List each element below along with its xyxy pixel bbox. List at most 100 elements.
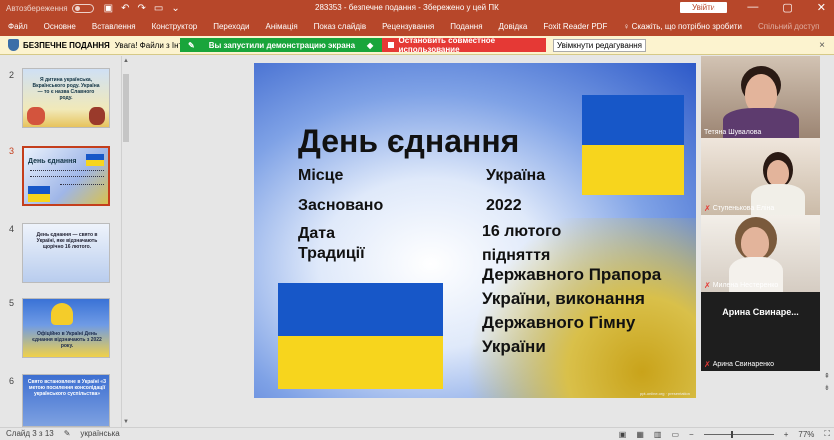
tab-file[interactable]: Файл [0,22,36,31]
enable-editing-button[interactable]: Увімкнути редагування [553,39,646,52]
zoom-out-icon[interactable]: − [689,430,694,439]
slide-thumbnail-5[interactable]: Офіційно в Україні День єднання відзнача… [22,298,110,358]
zoom-in-icon[interactable]: + [784,430,789,439]
participant-tile[interactable]: ✗ Милена Нестеренко [701,215,820,292]
autosave-toggle[interactable]: Автозбереження [6,4,94,13]
label-place: Місце [298,167,344,184]
title-bar: Автозбереження ▣ ↶ ↷ ▭ ⌄ 283353 - безпеч… [0,0,834,17]
label-date: Дата [298,225,336,242]
thumb-text: День єднання — свято в Україні, яке відз… [36,232,98,250]
share-button[interactable]: Спільний доступ [750,22,828,31]
slide-thumbnail-3[interactable]: День єднання [22,146,110,206]
ribbon-display-icon[interactable]: ▤ [713,1,723,14]
scrollbar-thumb[interactable] [123,74,129,142]
participant-tile[interactable]: Арина Свинаре... ✗ Арина Свинаренко [701,292,820,371]
participant-name-text: Ступенькова Еліна [712,205,775,212]
value-traditions: Державного Прапора України, виконання Де… [482,263,661,359]
thumb-text: Офіційно в Україні День єднання відзнача… [32,331,102,349]
tab-transitions[interactable]: Переходи [205,22,257,31]
scroll-down-icon[interactable]: ▼ [123,419,129,425]
tab-view[interactable]: Подання [442,22,490,31]
participant-tile[interactable]: ✗ Ступенькова Еліна [701,138,820,215]
thumb-text: Свято встановлене в Україні «З метою пос… [27,379,107,397]
value-founded: 2022 [486,197,522,214]
tab-slideshow[interactable]: Показ слайдів [306,22,374,31]
close-bar-icon[interactable]: × [819,40,825,51]
thumb-flag [28,186,50,202]
spellcheck-icon[interactable]: ✎ [64,429,71,438]
label-traditions: Традиції [298,245,365,262]
slide-number: 3 [9,146,15,156]
stop-icon [388,42,394,48]
participant-tile[interactable]: Тетяна Шувалова [701,56,820,138]
slide-thumbnail-4[interactable]: День єднання — свято в Україні, яке відз… [22,223,110,283]
slide-footer: ppt-online.org · presentation [639,391,690,396]
slide-sorter-icon[interactable]: ▦ [636,430,644,439]
document-title: 283353 - безпечне подання - Збережено у … [315,3,499,12]
scroll-up-icon[interactable]: ▲ [123,58,129,64]
slide-scrollbar[interactable]: ⇞ ⇟ [822,56,834,427]
thumbnail-scrollbar[interactable]: ▲ ▼ [121,56,130,427]
tab-foxit[interactable]: Foxit Reader PDF [535,22,615,31]
shield-icon [8,39,19,51]
maximize-button[interactable]: ▢ [782,1,792,14]
slide-title: День єднання [298,123,520,159]
ukraine-flag-top [582,95,684,195]
tab-animations[interactable]: Анімація [257,22,305,31]
fit-slide-icon[interactable]: ⛶ [824,429,830,439]
tab-design[interactable]: Конструктор [144,22,206,31]
minimize-button[interactable]: — [747,1,758,14]
normal-view-icon[interactable]: ▣ [619,430,627,439]
participant-placeholder: Арина Свинаре... [722,307,799,317]
customize-icon[interactable]: ⌄ [171,3,179,14]
tradition-line: Державного Гімну [482,313,636,332]
tab-help[interactable]: Довідка [491,22,536,31]
tab-home[interactable]: Основне [36,22,84,31]
label-founded: Засновано [298,197,384,214]
thumb-picture [27,107,45,125]
window-controls: ▤ — ▢ ✕ [713,1,826,14]
slide-canvas[interactable]: День єднання Місце Засновано Дата Традиц… [254,63,696,398]
zoom-slider-knob[interactable] [730,430,733,438]
thumb-text-line [30,170,104,171]
save-icon[interactable]: ▣ [104,3,113,14]
participant-name-text: Тетяна Шувалова [704,129,762,136]
zoom-slider[interactable] [703,430,774,438]
tab-insert[interactable]: Вставлення [84,22,144,31]
mic-off-icon: ✗ [704,204,711,213]
reading-view-icon[interactable]: ▥ [654,430,662,439]
screen-share-notice: ✎ Вы запустили демонстрацию экрана ◆ [180,38,382,52]
slide-number: 2 [9,70,15,80]
tradition-line: Державного Прапора [482,265,662,284]
demo-notice-text: Вы запустили демонстрацию экрана [208,40,356,50]
close-button[interactable]: ✕ [817,1,826,14]
stop-sharing-button[interactable]: Остановить совместное использование [382,36,546,54]
stop-sharing-label: Остановить совместное использование [398,36,496,54]
present-icon[interactable]: ▭ [154,3,163,14]
slide-number: 4 [9,224,15,234]
language-indicator[interactable]: українська [80,429,119,438]
zoom-level[interactable]: 77% [798,430,814,439]
participant-video [767,160,789,186]
mic-off-icon: ✗ [704,360,711,369]
undo-icon[interactable]: ↶ [121,3,129,14]
toggle-icon [71,4,94,13]
value-place: Україна [486,167,546,184]
pin-icon[interactable]: ✎ [188,41,195,50]
next-slide-icon[interactable]: ⇟ [824,384,830,392]
slide-counter: Слайд 3 з 13 [6,429,54,438]
slide-number: 6 [9,376,15,386]
redo-icon[interactable]: ↷ [137,3,145,14]
ukraine-flag-bottom [278,283,443,389]
quick-access-toolbar: ▣ ↶ ↷ ▭ ⌄ [104,3,180,14]
tell-me-search[interactable]: ♀ Скажіть, що потрібно зробити [615,22,750,31]
thumb-picture [51,303,73,325]
thumb-text: Я дитина українська, Вкраїнського роду. … [32,77,100,101]
slideshow-icon[interactable]: ▭ [671,430,679,439]
prev-slide-icon[interactable]: ⇞ [824,372,830,380]
tradition-line: України, виконання [482,289,645,308]
slide-thumbnail-6[interactable]: Свято встановлене в Україні «З метою пос… [22,374,110,427]
tab-review[interactable]: Рецензування [374,22,442,31]
slide-thumbnail-2[interactable]: Я дитина українська, Вкраїнського роду. … [22,68,110,128]
status-bar: Слайд 3 з 13 ✎ українська ▣ ▦ ▥ ▭ − + 77… [0,427,834,439]
